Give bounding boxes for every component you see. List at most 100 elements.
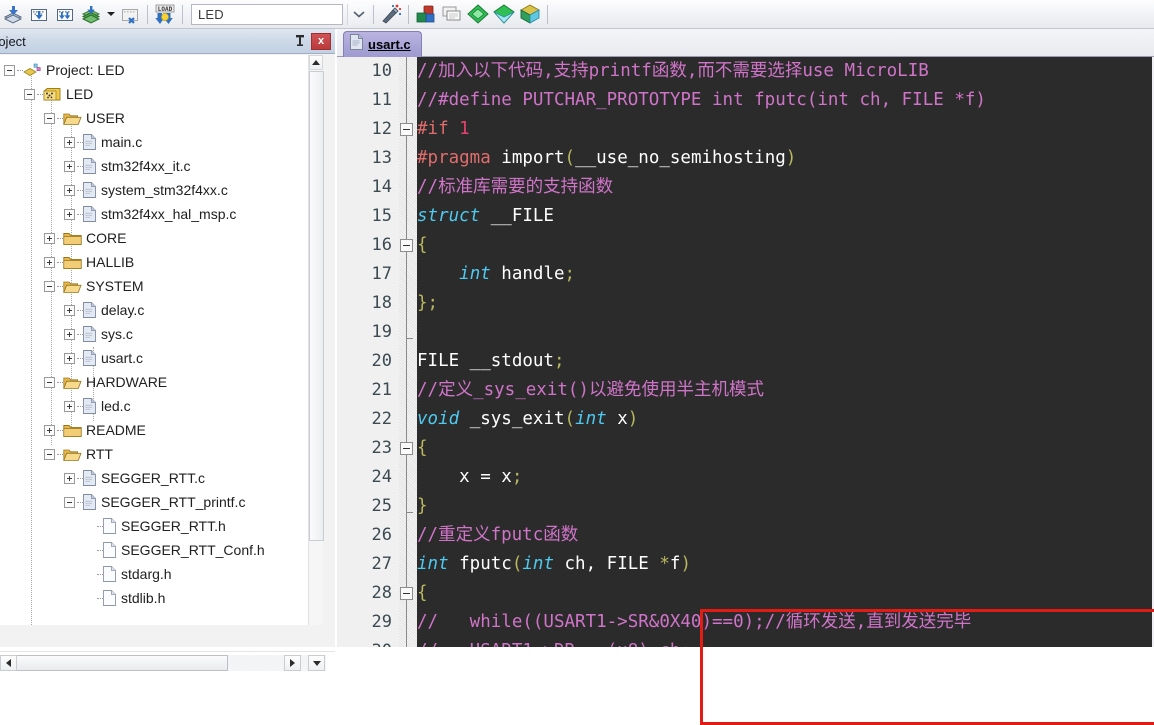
manage-rte-icon[interactable] xyxy=(491,2,517,27)
scrollbar-thumb[interactable] xyxy=(309,71,324,541)
expand-toggle-icon[interactable] xyxy=(64,184,75,196)
tree-item-user[interactable]: USER xyxy=(0,106,308,130)
code-line[interactable]: { xyxy=(417,231,1152,260)
collapse-toggle-icon[interactable] xyxy=(44,112,55,124)
tree-item-segger-rtt-c[interactable]: SEGGER_RTT.c xyxy=(0,466,308,490)
tree-item-stm32f4xx-it-c[interactable]: stm32f4xx_it.c xyxy=(0,154,308,178)
code-line[interactable]: } xyxy=(417,492,1152,521)
tree-item-delay-c[interactable]: delay.c xyxy=(0,298,308,322)
expand-toggle-icon[interactable] xyxy=(64,160,75,172)
code-line[interactable]: //标准库需要的支持函数 xyxy=(417,173,1152,202)
project-tree-horizontal-scrollbar[interactable] xyxy=(0,651,335,673)
configuration-wizard-icon[interactable] xyxy=(378,2,404,27)
tree-item-sys-c[interactable]: sys.c xyxy=(0,322,308,346)
rebuild-icon[interactable] xyxy=(52,2,78,27)
code-line[interactable]: { xyxy=(417,434,1152,463)
project-tree[interactable]: Project: LED LED USER main.c stm32f4xx_it.c s… xyxy=(0,55,308,625)
tree-item-stm32f4xx-hal-msp-c[interactable]: stm32f4xx_hal_msp.c xyxy=(0,202,308,226)
expand-toggle-icon[interactable] xyxy=(64,304,75,316)
code-line[interactable]: //加入以下代码,支持printf函数,而不需要选择use MicroLIB xyxy=(417,57,1152,86)
expand-toggle-icon[interactable] xyxy=(44,232,55,244)
target-dropdown-button[interactable] xyxy=(347,3,369,25)
tree-item-rtt[interactable]: RTT xyxy=(0,442,308,466)
tree-item-stdarg-h[interactable]: stdarg.h xyxy=(0,562,308,586)
expand-toggle-icon[interactable] xyxy=(64,328,75,340)
code-line[interactable]: { xyxy=(417,579,1152,608)
select-software-packs-icon[interactable] xyxy=(517,2,543,27)
tree-item-segger-rtt-conf-h[interactable]: SEGGER_RTT_Conf.h xyxy=(0,538,308,562)
tree-item-main-c[interactable]: main.c xyxy=(0,130,308,154)
tree-item-system[interactable]: SYSTEM xyxy=(0,274,308,298)
code-line[interactable] xyxy=(417,318,1152,347)
expand-toggle-icon[interactable] xyxy=(64,400,75,412)
code-token: { xyxy=(417,438,428,458)
code-text-content[interactable]: //加入以下代码,支持printf函数,而不需要选择use MicroLIB //… xyxy=(417,57,1152,647)
hscroll-thumb[interactable] xyxy=(10,655,228,671)
batch-build-icon[interactable] xyxy=(78,2,104,27)
code-line[interactable]: }; xyxy=(417,289,1152,318)
manage-project-items-icon[interactable] xyxy=(413,2,439,27)
tree-item-project-led[interactable]: Project: LED xyxy=(0,58,308,82)
fold-collapse-icon[interactable] xyxy=(400,442,413,455)
tree-item-led[interactable]: LED xyxy=(0,82,308,106)
collapse-toggle-icon[interactable] xyxy=(44,448,55,460)
code-line[interactable]: //重定义fputc函数 xyxy=(417,521,1152,550)
hscroll-left-button[interactable] xyxy=(0,655,17,671)
code-line[interactable]: FILE __stdout; xyxy=(417,347,1152,376)
expand-toggle-icon[interactable] xyxy=(64,472,75,484)
collapse-toggle-icon[interactable] xyxy=(44,376,55,388)
tree-item-hallib[interactable]: HALLIB xyxy=(0,250,308,274)
code-line[interactable]: void _sys_exit(int x) xyxy=(417,405,1152,434)
tree-item-core[interactable]: CORE xyxy=(0,226,308,250)
expand-toggle-icon[interactable] xyxy=(44,424,55,436)
download-icon[interactable]: LOAD xyxy=(152,2,178,27)
code-line[interactable]: // USART1->DR = (u8) ch; xyxy=(417,637,1152,647)
code-line[interactable]: struct __FILE xyxy=(417,202,1152,231)
pack-installer-icon[interactable] xyxy=(465,2,491,27)
tree-item-usart-c[interactable]: usart.c xyxy=(0,346,308,370)
translate-icon[interactable] xyxy=(0,2,26,27)
fold-collapse-icon[interactable] xyxy=(400,239,413,252)
open-build-log-icon[interactable] xyxy=(439,2,465,27)
collapse-toggle-icon[interactable] xyxy=(64,496,75,508)
vscroll-down-button[interactable] xyxy=(308,655,325,671)
collapse-toggle-icon[interactable] xyxy=(4,64,15,76)
batch-build-dropdown-arrow[interactable] xyxy=(104,2,117,27)
build-icon[interactable] xyxy=(26,2,52,27)
code-line[interactable]: x = x; xyxy=(417,463,1152,492)
code-line[interactable]: int handle; xyxy=(417,260,1152,289)
close-panel-button[interactable]: x xyxy=(311,32,331,50)
tab-usart-c[interactable]: usart.c xyxy=(343,31,422,57)
code-line[interactable]: int fputc(int ch, FILE *f) xyxy=(417,550,1152,579)
fold-collapse-icon[interactable] xyxy=(400,587,413,600)
tree-item-led-c[interactable]: led.c xyxy=(0,394,308,418)
project-tree-vertical-scrollbar[interactable] xyxy=(308,55,324,625)
code-token: ) xyxy=(680,554,691,574)
line-number: 18 xyxy=(371,293,392,313)
tree-item-hardware[interactable]: HARDWARE xyxy=(0,370,308,394)
collapse-toggle-icon[interactable] xyxy=(24,88,35,100)
tree-item-segger-rtt-printf-c[interactable]: SEGGER_RTT_printf.c xyxy=(0,490,308,514)
fold-collapse-icon[interactable] xyxy=(400,123,413,136)
tree-item-system-stm32f4xx-c[interactable]: system_stm32f4xx.c xyxy=(0,178,308,202)
code-line[interactable]: #if 1 xyxy=(417,115,1152,144)
target-selector[interactable]: LED xyxy=(191,3,343,25)
code-line[interactable]: //定义_sys_exit()以避免使用半主机模式 xyxy=(417,376,1152,405)
code-editor[interactable]: 10 11 12 13 14 15 16 17 18 19 20 21 22 23 24 25 26 27 28 29… xyxy=(339,57,1152,647)
stop-build-icon[interactable] xyxy=(117,2,143,27)
scroll-up-button[interactable] xyxy=(309,55,323,70)
expand-toggle-icon[interactable] xyxy=(44,256,55,268)
pin-icon[interactable] xyxy=(291,34,309,48)
expand-toggle-icon[interactable] xyxy=(64,208,75,220)
tree-item-stdlib-h[interactable]: stdlib.h xyxy=(0,586,308,610)
code-folding-column[interactable] xyxy=(399,57,417,647)
code-line[interactable]: // while((USART1->SR&0X40)==0);//循环发送,直到… xyxy=(417,608,1152,637)
collapse-toggle-icon[interactable] xyxy=(44,280,55,292)
code-line[interactable]: #pragma import(__use_no_semihosting) xyxy=(417,144,1152,173)
expand-toggle-icon[interactable] xyxy=(64,136,75,148)
hscroll-right-button[interactable] xyxy=(284,655,301,671)
tree-item-readme[interactable]: README xyxy=(0,418,308,442)
code-line[interactable]: //#define PUTCHAR_PROTOTYPE int fputc(in… xyxy=(417,86,1152,115)
tree-item-segger-rtt-h[interactable]: SEGGER_RTT.h xyxy=(0,514,308,538)
expand-toggle-icon[interactable] xyxy=(64,352,75,364)
